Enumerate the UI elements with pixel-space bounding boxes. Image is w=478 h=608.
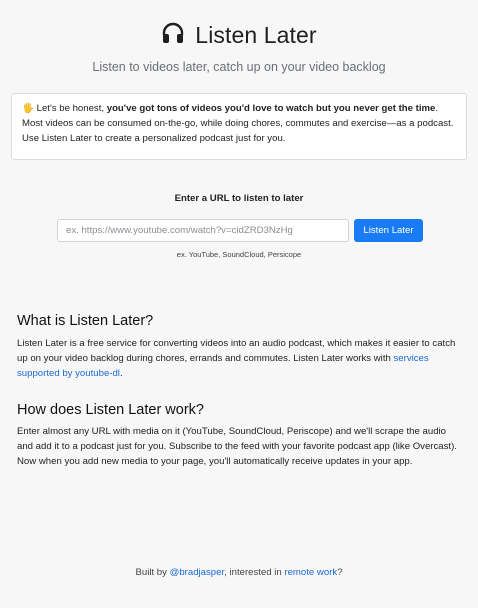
footer-prefix: Built by bbox=[135, 567, 170, 578]
footer-middle: , interested in bbox=[224, 567, 285, 578]
title-row: Listen Later bbox=[0, 20, 478, 50]
url-form: Listen Later bbox=[57, 219, 423, 242]
what-body: Listen Later is a free service for conve… bbox=[17, 336, 463, 381]
url-input[interactable] bbox=[57, 219, 349, 242]
how-heading: How does Listen Later work? bbox=[17, 402, 204, 418]
footer-suffix: ? bbox=[337, 567, 343, 578]
footer: Built by @bradjasper, interested in remo… bbox=[0, 567, 478, 578]
remote-work-link[interactable]: remote work bbox=[284, 567, 337, 578]
intro-callout: 🖐 Let's be honest, you've got tons of vi… bbox=[11, 93, 467, 160]
page-header: Listen Later Listen to videos later, cat… bbox=[0, 20, 478, 75]
raised-hand-emoji: 🖐 bbox=[22, 103, 34, 114]
url-hint: ex. YouTube, SoundCloud, Persicope bbox=[176, 250, 302, 259]
what-text: Listen Later is a free service for conve… bbox=[17, 338, 456, 364]
author-link[interactable]: @bradjasper bbox=[170, 567, 225, 578]
intro-bold: you've got tons of videos you'd love to … bbox=[106, 103, 436, 114]
what-heading: What is Listen Later? bbox=[17, 313, 154, 329]
what-end: . bbox=[119, 368, 123, 379]
listen-later-button[interactable]: Listen Later bbox=[354, 219, 423, 242]
page-title: Listen Later bbox=[195, 21, 317, 48]
intro-lead: Let's be honest, bbox=[36, 103, 107, 114]
headphones-icon bbox=[161, 21, 185, 50]
how-body: Enter almost any URL with media on it (Y… bbox=[17, 426, 457, 467]
page-subtitle: Listen to videos later, catch up on your… bbox=[92, 60, 386, 74]
url-form-label: Enter a URL to listen to later bbox=[174, 193, 304, 204]
